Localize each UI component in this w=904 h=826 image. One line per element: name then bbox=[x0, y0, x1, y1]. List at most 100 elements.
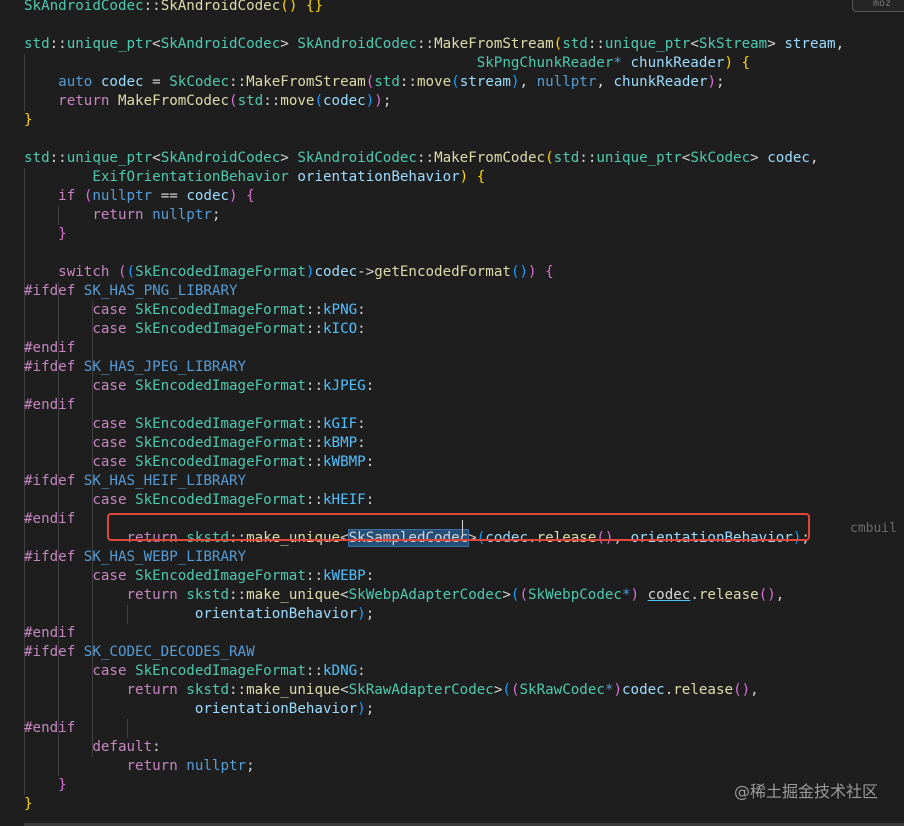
code-token: :: bbox=[305, 663, 323, 679]
code-line[interactable]: ExifOrientationBehavior orientationBehav… bbox=[24, 168, 485, 187]
code-line[interactable]: if (nullptr == codec) { bbox=[24, 187, 255, 206]
code-token: ) bbox=[724, 55, 733, 71]
code-line[interactable]: case SkEncodedImageFormat::kWBMP: bbox=[24, 453, 374, 472]
code-token: kICO bbox=[323, 321, 358, 337]
code-line[interactable]: auto codec = SkCodec::MakeFromStream(std… bbox=[24, 73, 725, 92]
code-token: kJPEG bbox=[323, 378, 366, 394]
code-token: kDNG bbox=[323, 663, 358, 679]
code-token: } bbox=[24, 112, 33, 128]
code-token: :: bbox=[229, 587, 247, 603]
code-line[interactable]: return nullptr; bbox=[24, 757, 255, 776]
code-token: codec bbox=[323, 93, 366, 109]
code-line[interactable]: orientationBehavior); bbox=[24, 605, 374, 624]
code-line[interactable]: case SkEncodedImageFormat::kPNG: bbox=[24, 301, 365, 320]
code-line[interactable]: #endif bbox=[24, 719, 75, 738]
code-line[interactable]: std::unique_ptr<SkAndroidCodec> SkAndroi… bbox=[24, 149, 819, 168]
code-token: :: bbox=[49, 150, 67, 166]
code-token: std bbox=[562, 36, 588, 52]
code-line[interactable]: case SkEncodedImageFormat::kJPEG: bbox=[24, 377, 374, 396]
code-line[interactable]: switch ((SkEncodedImageFormat)codec->get… bbox=[24, 263, 554, 282]
code-line[interactable]: #ifdef SK_HAS_WEBP_LIBRARY bbox=[24, 548, 246, 567]
code-token: = bbox=[143, 74, 170, 90]
code-line[interactable]: #endif bbox=[24, 624, 75, 643]
code-line[interactable]: case SkEncodedImageFormat::kWEBP: bbox=[24, 567, 374, 586]
code-line[interactable]: #ifdef SK_HAS_HEIF_LIBRARY bbox=[24, 472, 246, 491]
code-token: SkEncodedImageFormat bbox=[135, 492, 306, 508]
code-token: ExifOrientationBehavior bbox=[92, 169, 289, 185]
code-line[interactable]: } bbox=[24, 111, 33, 130]
code-token: () {} bbox=[280, 0, 323, 14]
code-editor[interactable]: moz SkAndroidCodec::SkAndroidCodec() {}s… bbox=[0, 0, 904, 826]
code-token: :: bbox=[305, 454, 323, 470]
code-token: SkAndroidCodec bbox=[297, 150, 417, 166]
code-token: :: bbox=[229, 74, 247, 90]
code-line[interactable]: SkPngChunkReader* chunkReader) { bbox=[24, 54, 750, 73]
code-token: : bbox=[365, 378, 375, 394]
code-line[interactable]: #ifdef SK_HAS_PNG_LIBRARY bbox=[24, 282, 238, 301]
code-token: SK_HAS_PNG_LIBRARY bbox=[83, 283, 238, 299]
code-line[interactable]: #endif bbox=[24, 339, 75, 358]
code-token: ) bbox=[374, 93, 383, 109]
code-line[interactable]: return MakeFromCodec(std::move(codec)); bbox=[24, 92, 391, 111]
code-line[interactable]: case SkEncodedImageFormat::kHEIF: bbox=[24, 491, 374, 510]
code-token: ; bbox=[382, 93, 392, 109]
code-token: make_unique bbox=[246, 587, 341, 603]
code-token: #endif bbox=[24, 340, 76, 356]
code-token: orientationBehavior bbox=[297, 169, 460, 185]
code-token: case bbox=[92, 378, 127, 394]
code-token: : bbox=[357, 663, 366, 679]
code-line[interactable]: } bbox=[24, 776, 67, 795]
code-token: SK_HAS_HEIF_LIBRARY bbox=[83, 473, 247, 489]
code-line[interactable]: default: bbox=[24, 738, 160, 757]
code-token: ; bbox=[716, 74, 725, 90]
code-line[interactable]: case SkEncodedImageFormat::kDNG: bbox=[24, 662, 366, 681]
code-line[interactable]: return skstd::make_unique<SkRawAdapterCo… bbox=[24, 681, 759, 700]
code-token: } bbox=[58, 226, 67, 242]
code-line[interactable]: #endif bbox=[24, 510, 75, 529]
code-line[interactable]: orientationBehavior); bbox=[24, 700, 374, 719]
code-token: :: bbox=[305, 302, 323, 318]
code-token: std bbox=[24, 36, 50, 52]
code-token: :: bbox=[416, 36, 435, 52]
code-token: ) bbox=[459, 169, 469, 185]
code-token: skstd bbox=[186, 682, 230, 698]
code-line[interactable]: case SkEncodedImageFormat::kBMP: bbox=[24, 434, 365, 453]
code-token: :: bbox=[229, 682, 247, 698]
code-token: ( bbox=[126, 264, 136, 280]
code-line[interactable]: #ifdef SK_CODEC_DECODES_RAW bbox=[24, 643, 255, 662]
code-line[interactable]: } bbox=[24, 225, 67, 244]
code-token: ( bbox=[451, 74, 460, 90]
code-line[interactable]: case SkEncodedImageFormat::kICO: bbox=[24, 320, 365, 339]
code-line[interactable]: std::unique_ptr<SkAndroidCodec> SkAndroi… bbox=[24, 35, 844, 54]
top-right-tab[interactable]: moz bbox=[852, 0, 904, 12]
code-line[interactable]: } bbox=[24, 795, 33, 814]
code-token: * bbox=[621, 587, 631, 603]
code-line[interactable]: case SkEncodedImageFormat::kGIF: bbox=[24, 415, 365, 434]
code-line[interactable]: return skstd::make_unique<SkWebpAdapterC… bbox=[24, 586, 785, 605]
code-line[interactable]: return nullptr; bbox=[24, 206, 220, 225]
code-line[interactable]: SkAndroidCodec::SkAndroidCodec() {} bbox=[24, 0, 323, 16]
code-token: case bbox=[92, 454, 127, 470]
code-token: orientationBehavior bbox=[194, 701, 358, 717]
code-line[interactable]: #endif bbox=[24, 396, 75, 415]
code-line[interactable]: #ifdef SK_HAS_JPEG_LIBRARY bbox=[24, 358, 246, 377]
code-token: #ifdef bbox=[24, 283, 76, 299]
code-token: : bbox=[365, 454, 375, 470]
code-token: ) bbox=[357, 606, 366, 622]
code-token: SkWebpCodec bbox=[528, 587, 622, 603]
code-token: #endif bbox=[24, 625, 76, 641]
code-token: case bbox=[92, 435, 127, 451]
code-token: :: bbox=[305, 378, 323, 394]
